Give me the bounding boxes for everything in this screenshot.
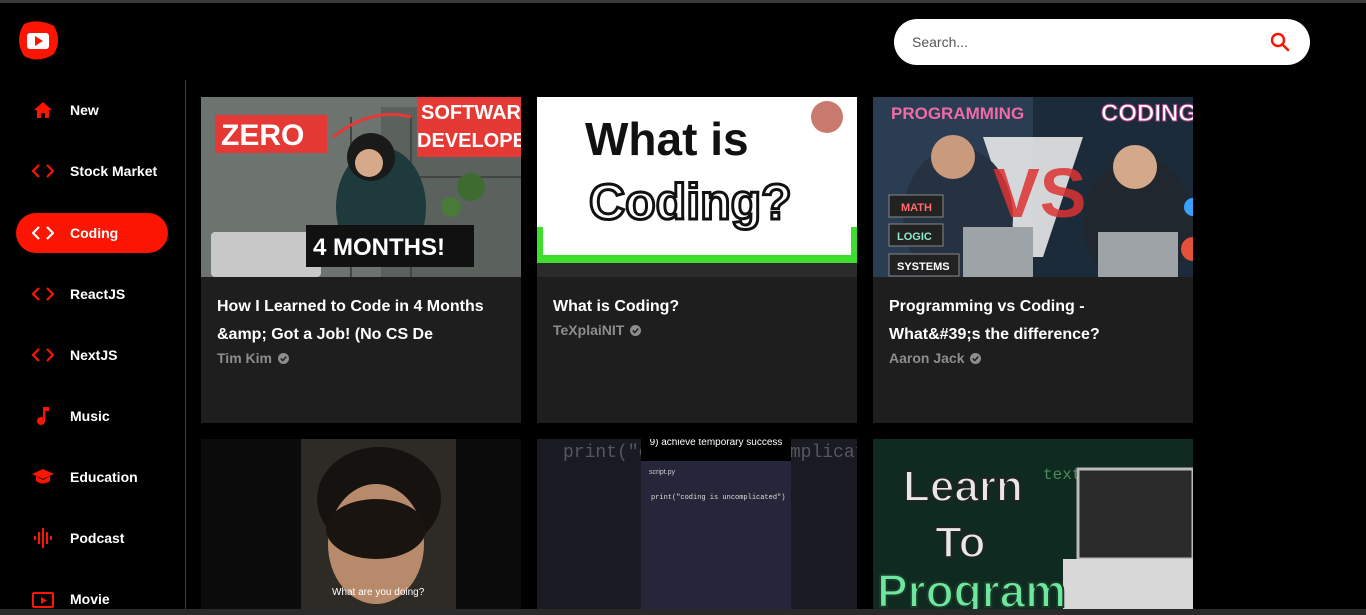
channel-name: Aaron Jack xyxy=(889,350,965,366)
sidebar-item-reactjs[interactable]: ReactJS xyxy=(16,274,168,314)
search-icon xyxy=(1270,32,1290,52)
channel-name-row[interactable]: Tim Kim xyxy=(217,350,289,366)
sidebar-item-label: Movie xyxy=(70,591,110,607)
thumbnail-tag: LOGIC xyxy=(897,231,932,243)
thumbnail-text: DEVELOPER xyxy=(417,130,521,152)
code-icon xyxy=(32,283,54,305)
video-title[interactable]: Programming vs Coding - What&#39;s the d… xyxy=(889,293,1179,349)
video-thumbnail[interactable]: PROGRAMMING CODING VS MATH LOGIC SYSTEMS xyxy=(873,97,1193,277)
youtube-logo-icon[interactable] xyxy=(16,20,60,62)
channel-name: Tim Kim xyxy=(217,350,272,366)
video-card[interactable]: What is Coding? What is Coding? TeXplaiN… xyxy=(537,97,857,423)
video-card[interactable]: PROGRAMMING CODING VS MATH LOGIC SYSTEMS… xyxy=(873,97,1193,423)
video-thumbnail[interactable]: print("coding is uncomplicated") 9) achi… xyxy=(537,439,857,615)
music-note-icon xyxy=(32,405,54,427)
sidebar-item-label: New xyxy=(70,102,99,118)
channel-name-row[interactable]: Aaron Jack xyxy=(889,350,982,366)
code-icon xyxy=(32,344,54,366)
video-card[interactable]: What are you doing? xyxy=(201,439,521,615)
sidebar-item-label: Podcast xyxy=(70,530,125,546)
video-card[interactable]: ZERO SOFTWARE DEVELOPER 4 MONTHS! How I … xyxy=(201,97,521,423)
thumbnail-text: Program xyxy=(877,565,1066,615)
code-icon xyxy=(32,222,54,244)
video-thumbnail[interactable]: ZERO SOFTWARE DEVELOPER 4 MONTHS! xyxy=(201,97,521,277)
live-tv-icon xyxy=(32,588,54,610)
thumbnail-filename: script.py xyxy=(649,469,676,476)
video-thumbnail[interactable]: What is Coding? xyxy=(537,97,857,277)
home-icon xyxy=(32,99,54,121)
video-title[interactable]: How I Learned to Code in 4 Months &amp; … xyxy=(217,293,507,349)
thumbnail-code: print("coding is uncomplicated") xyxy=(651,494,785,502)
sidebar-item-label: NextJS xyxy=(70,347,118,363)
search-bar xyxy=(894,19,1310,65)
sidebar: New Stock Market Coding ReactJS NextJS M… xyxy=(0,80,186,615)
code-icon xyxy=(32,160,54,182)
sidebar-item-coding[interactable]: Coding xyxy=(16,213,168,253)
video-card[interactable]: print("coding is uncomplicated") 9) achi… xyxy=(537,439,857,615)
thumbnail-text: Coding? xyxy=(589,174,792,230)
sidebar-item-education[interactable]: Education xyxy=(16,457,168,497)
thumbnail-text: To xyxy=(935,518,986,567)
sidebar-item-podcast[interactable]: Podcast xyxy=(16,518,168,558)
sidebar-item-label: Coding xyxy=(70,225,119,241)
graduation-cap-icon xyxy=(32,466,54,488)
thumbnail-tag: SYSTEMS xyxy=(897,261,950,273)
channel-name: TeXplaiNIT xyxy=(553,322,625,338)
thumbnail-tag: MATH xyxy=(901,202,932,214)
sidebar-item-label: Education xyxy=(70,469,138,485)
sidebar-item-label: Stock Market xyxy=(70,163,158,179)
video-title[interactable]: What is Coding? xyxy=(553,293,843,321)
thumbnail-text: SOFTWARE xyxy=(421,102,521,124)
thumbnail-text: What is xyxy=(585,113,749,165)
thumbnail-text: ZERO xyxy=(221,119,304,152)
sidebar-item-label: ReactJS xyxy=(70,286,126,302)
channel-name-row[interactable]: TeXplaiNIT xyxy=(553,322,642,338)
video-thumbnail[interactable]: What are you doing? xyxy=(201,439,521,615)
video-thumbnail[interactable]: text/javascript Learn To Program xyxy=(873,439,1193,615)
verified-check-icon xyxy=(970,352,982,364)
thumbnail-text: Learn xyxy=(903,462,1023,511)
sidebar-item-new[interactable]: New xyxy=(16,90,168,130)
thumbnail-caption: What are you doing? xyxy=(332,587,425,598)
sidebar-item-music[interactable]: Music xyxy=(16,396,168,436)
thumbnail-text: PROGRAMMING xyxy=(891,104,1024,123)
horizontal-scrollbar[interactable] xyxy=(0,609,1366,615)
thumbnail-caption: 9) achieve temporary success xyxy=(650,439,783,448)
verified-check-icon xyxy=(277,352,289,364)
sidebar-item-label: Music xyxy=(70,408,110,424)
video-card[interactable]: text/javascript Learn To Program xyxy=(873,439,1193,615)
verified-check-icon xyxy=(630,324,642,336)
thumbnail-text: VS xyxy=(993,154,1086,232)
thumbnail-text: 4 MONTHS! xyxy=(313,234,445,261)
sidebar-item-stock-market[interactable]: Stock Market xyxy=(16,151,168,191)
sidebar-item-nextjs[interactable]: NextJS xyxy=(16,335,168,375)
window-top-border xyxy=(0,0,1366,3)
search-input[interactable] xyxy=(912,34,1268,50)
graphic-eq-icon xyxy=(32,527,54,549)
search-button[interactable] xyxy=(1268,30,1292,54)
thumbnail-text: CODING xyxy=(1101,100,1193,127)
